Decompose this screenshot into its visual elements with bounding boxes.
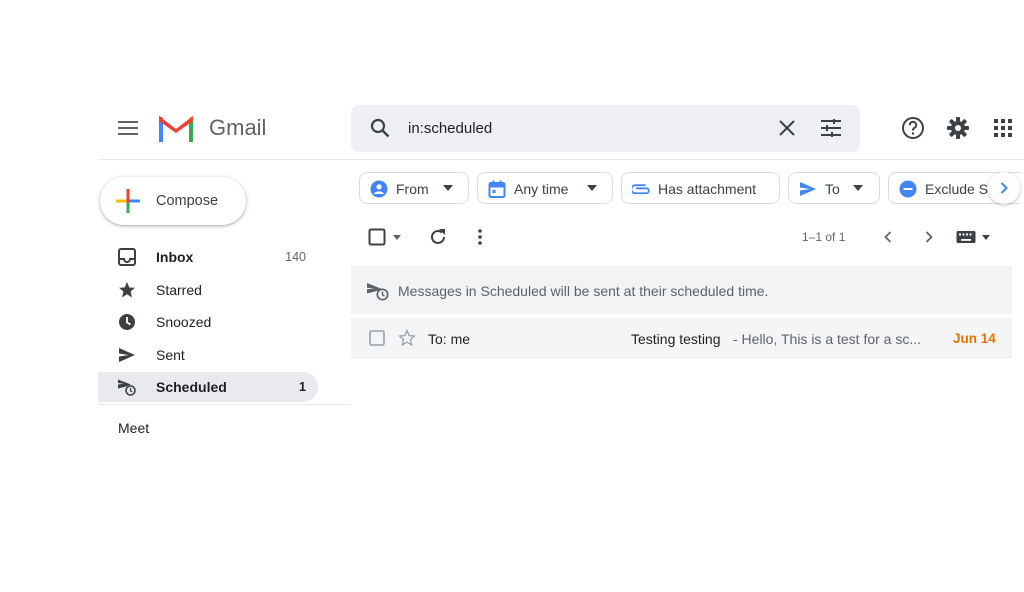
calendar-icon [488, 180, 506, 198]
chip-label: From [396, 181, 429, 197]
sidebar-item-label: Snoozed [156, 314, 212, 330]
chip-to[interactable]: To [788, 172, 880, 204]
chevron-right-icon [1000, 182, 1008, 194]
meet-section-title[interactable]: Meet [118, 420, 149, 436]
select-menu-button[interactable] [393, 235, 401, 240]
more-vert-icon [478, 229, 482, 245]
google-apps-button[interactable] [989, 114, 1017, 142]
apps-grid-icon [994, 119, 1012, 137]
settings-button[interactable] [944, 114, 972, 142]
email-subject: Testing testing [631, 331, 721, 347]
inbox-icon [118, 248, 136, 266]
star-icon [119, 282, 135, 298]
chip-label: Exclude S [925, 181, 989, 197]
search-input[interactable] [408, 116, 748, 140]
sidebar-item-label: Inbox [156, 249, 194, 265]
chip-has-attachment[interactable]: Has attachment [621, 172, 780, 204]
minus-circle-icon [899, 180, 917, 198]
send-icon [119, 348, 135, 362]
chip-from[interactable]: From [359, 172, 469, 204]
search-icon [370, 118, 390, 138]
star-outline-icon [398, 329, 416, 347]
paperclip-icon [632, 184, 650, 195]
sidebar-item-starred[interactable]: Starred [98, 275, 318, 305]
chevron-down-icon [982, 235, 990, 240]
chevron-left-icon [884, 231, 892, 243]
chevron-down-icon [393, 235, 401, 240]
clock-icon [119, 314, 135, 330]
hamburger-menu-icon [118, 121, 138, 135]
newer-button[interactable] [880, 229, 896, 245]
sidebar-item-scheduled[interactable]: Scheduled 1 [98, 372, 318, 402]
email-checkbox[interactable] [369, 330, 385, 346]
clear-search-button[interactable] [775, 116, 799, 140]
chips-scroll-right-button[interactable] [988, 172, 1020, 204]
info-banner-text: Messages in Scheduled will be sent at th… [398, 283, 769, 299]
chevron-down-icon [587, 185, 597, 191]
input-tools-button[interactable] [956, 230, 976, 244]
person-icon [370, 180, 388, 198]
scheduled-send-icon [367, 281, 389, 301]
refresh-button[interactable] [428, 227, 448, 247]
chevron-right-icon [925, 231, 933, 243]
search-options-button[interactable] [819, 116, 843, 140]
compose-label: Compose [156, 193, 219, 209]
sidebar-item-label: Sent [156, 347, 185, 363]
chip-label: Has attachment [658, 181, 757, 197]
sidebar-divider [98, 404, 351, 405]
app-brand-name: Gmail [209, 115, 267, 140]
close-icon [779, 120, 795, 136]
sidebar-item-sent[interactable]: Sent [98, 340, 318, 370]
sidebar-item-inbox[interactable]: Inbox 140 [98, 242, 318, 272]
search-button[interactable] [368, 116, 392, 140]
chevron-down-icon [853, 185, 863, 191]
chip-label: Any time [514, 181, 569, 197]
input-tools-menu-button[interactable] [982, 235, 990, 240]
scheduled-count: 1 [299, 380, 306, 394]
chevron-down-icon [443, 185, 453, 191]
help-icon [902, 117, 924, 139]
sidebar-item-label: Scheduled [156, 379, 227, 395]
sidebar-item-snoozed[interactable]: Snoozed [98, 307, 318, 337]
main-menu-button[interactable] [112, 112, 144, 144]
gmail-logo[interactable] [156, 113, 196, 143]
sidebar-item-label: Starred [156, 282, 202, 298]
older-button[interactable] [921, 229, 937, 245]
refresh-icon [431, 229, 445, 244]
email-snippet: - Hello, This is a test for a sc... [733, 331, 922, 347]
chip-label: To [825, 181, 840, 197]
tune-icon [821, 119, 841, 137]
email-date: Jun 14 [953, 331, 996, 346]
compose-plus-icon [115, 188, 141, 214]
star-toggle[interactable] [398, 329, 416, 347]
pagination-range: 1–1 of 1 [802, 230, 846, 244]
header-divider [98, 159, 1024, 160]
more-actions-button[interactable] [470, 227, 490, 247]
send-icon [800, 182, 816, 196]
checkbox-icon [369, 330, 385, 346]
chip-any-time[interactable]: Any time [477, 172, 613, 204]
help-button[interactable] [900, 115, 926, 141]
email-recipient: To: me [428, 331, 471, 347]
scheduled-send-icon [118, 379, 136, 396]
keyboard-icon [956, 231, 976, 243]
gear-icon [947, 117, 969, 139]
checkbox-icon [368, 228, 386, 246]
unread-count: 140 [285, 250, 306, 264]
select-all-checkbox[interactable] [368, 228, 386, 246]
gmail-m-logo-icon [159, 116, 193, 142]
